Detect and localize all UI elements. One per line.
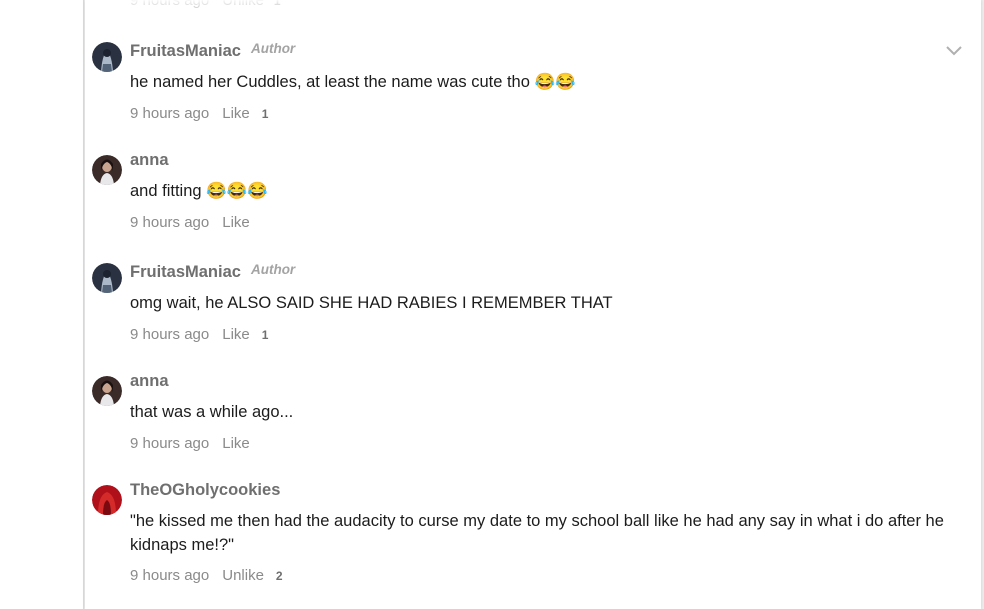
comment-text: "he kissed me then had the audacity to c…: [130, 512, 944, 554]
comment-text: he named her Cuddles, at least the name …: [130, 73, 576, 91]
left-gutter: [0, 0, 84, 609]
comment-header: TheOGholycookies: [130, 481, 280, 500]
username[interactable]: TheOGholycookies: [130, 481, 280, 500]
comment-text: that was a while ago...: [130, 403, 294, 421]
comment-time: 9 hours ago: [130, 0, 210, 9]
like-count: 1: [261, 327, 269, 342]
comments-panel: 9 hours ago Unlike 1 FruitasManiac Autho…: [85, 0, 981, 609]
dark-figure-avatar[interactable]: [92, 263, 122, 293]
comment-time: 9 hours ago: [130, 435, 210, 452]
chevron-down-icon[interactable]: [944, 44, 964, 58]
like-button[interactable]: Like: [222, 435, 250, 452]
like-count: 2: [275, 568, 283, 583]
username[interactable]: FruitasManiac: [130, 263, 241, 282]
comment-text: and fitting 😂😂😂: [130, 182, 268, 200]
previous-comment-meta: 9 hours ago Unlike 1: [130, 0, 281, 9]
like-button[interactable]: Like: [222, 214, 250, 231]
username[interactable]: anna: [130, 151, 169, 170]
unlike-button[interactable]: Unlike: [222, 0, 264, 9]
comment-meta: 9 hours ago Like: [130, 435, 262, 452]
comment-header: anna: [130, 372, 169, 391]
comment-time: 9 hours ago: [130, 326, 210, 343]
comment-meta: 9 hours ago Like: [130, 214, 262, 231]
comment-meta: 9 hours ago Like 1: [130, 326, 268, 343]
comment-meta: 9 hours ago Unlike 2: [130, 567, 283, 584]
author-badge: Author: [250, 262, 296, 277]
unlike-button[interactable]: Unlike: [222, 567, 264, 584]
comment-meta: 9 hours ago Like 1: [130, 105, 268, 122]
comment-time: 9 hours ago: [130, 105, 210, 122]
comment-header: anna: [130, 151, 169, 170]
comment-text: omg wait, he ALSO SAID SHE HAD RABIES I …: [130, 294, 613, 312]
like-count: 1: [261, 106, 269, 121]
comment-header: FruitasManiac Author: [130, 41, 296, 61]
username[interactable]: FruitasManiac: [130, 42, 241, 61]
red-hood-avatar[interactable]: [92, 485, 122, 515]
comment-time: 9 hours ago: [130, 567, 210, 584]
comment-header: FruitasManiac Author: [130, 262, 296, 282]
like-button[interactable]: Like: [222, 326, 250, 343]
portrait-avatar[interactable]: [92, 376, 122, 406]
like-count: 1: [273, 0, 281, 8]
dark-figure-avatar[interactable]: [92, 42, 122, 72]
comment-time: 9 hours ago: [130, 214, 210, 231]
username[interactable]: anna: [130, 372, 169, 391]
portrait-avatar[interactable]: [92, 155, 122, 185]
author-badge: Author: [250, 41, 296, 56]
like-button[interactable]: Like: [222, 105, 250, 122]
